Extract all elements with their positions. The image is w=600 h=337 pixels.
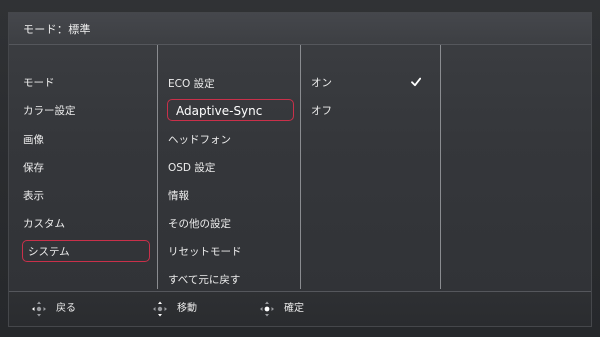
confirm-label: 確定 [284,303,304,314]
menu-item-color-settings[interactable]: カラー設定 [23,100,76,122]
osd-footer: 戻る 移動 確定 [9,291,591,326]
menu-item-custom[interactable]: カスタム [23,213,65,235]
submenu-item-headphones[interactable]: ヘッドフォン [168,129,231,151]
monitor-screen: モード：標準 モード カラー設定 画像 保存 表示 カスタム システム ECO … [0,0,600,337]
submenu-item-reset-mode[interactable]: リセットモード [168,241,242,263]
dpad-back-icon [32,301,46,317]
checkmark-icon [411,77,421,87]
submenu-item-other-settings[interactable]: その他の設定 [168,213,231,235]
main-menu: モード カラー設定 画像 保存 表示 カスタム システム [9,45,157,289]
submenu-item-info[interactable]: 情報 [168,185,189,207]
page-title: モード：標準 [23,23,91,36]
option-off[interactable]: オフ [311,100,332,122]
submenu-item-eco-settings[interactable]: ECO 設定 [168,73,215,95]
system-submenu: ECO 設定 Adaptive-Sync ヘッドフォン OSD 設定 情報 その… [157,45,301,289]
move-label: 移動 [177,303,197,314]
dpad-confirm-icon [260,301,274,317]
osd-menu: モード：標準 モード カラー設定 画像 保存 表示 カスタム システム ECO … [8,12,592,327]
osd-header: モード：標準 [9,13,591,45]
empty-panel [440,45,591,289]
option-on[interactable]: オン [311,72,433,94]
submenu-item-restore-all[interactable]: すべて元に戻す [168,269,240,291]
menu-item-mode[interactable]: モード [23,72,55,94]
menu-item-image[interactable]: 画像 [23,129,44,151]
option-on-label: オン [311,77,332,89]
menu-item-save[interactable]: 保存 [23,157,44,179]
submenu-item-adaptive-sync[interactable]: Adaptive-Sync [167,99,294,121]
menu-item-display[interactable]: 表示 [23,185,44,207]
option-list: オン オフ [300,45,441,289]
submenu-item-osd-settings[interactable]: OSD 設定 [168,157,215,179]
dpad-move-icon [153,301,167,317]
back-label: 戻る [56,303,76,314]
menu-item-system[interactable]: システム [22,240,150,262]
